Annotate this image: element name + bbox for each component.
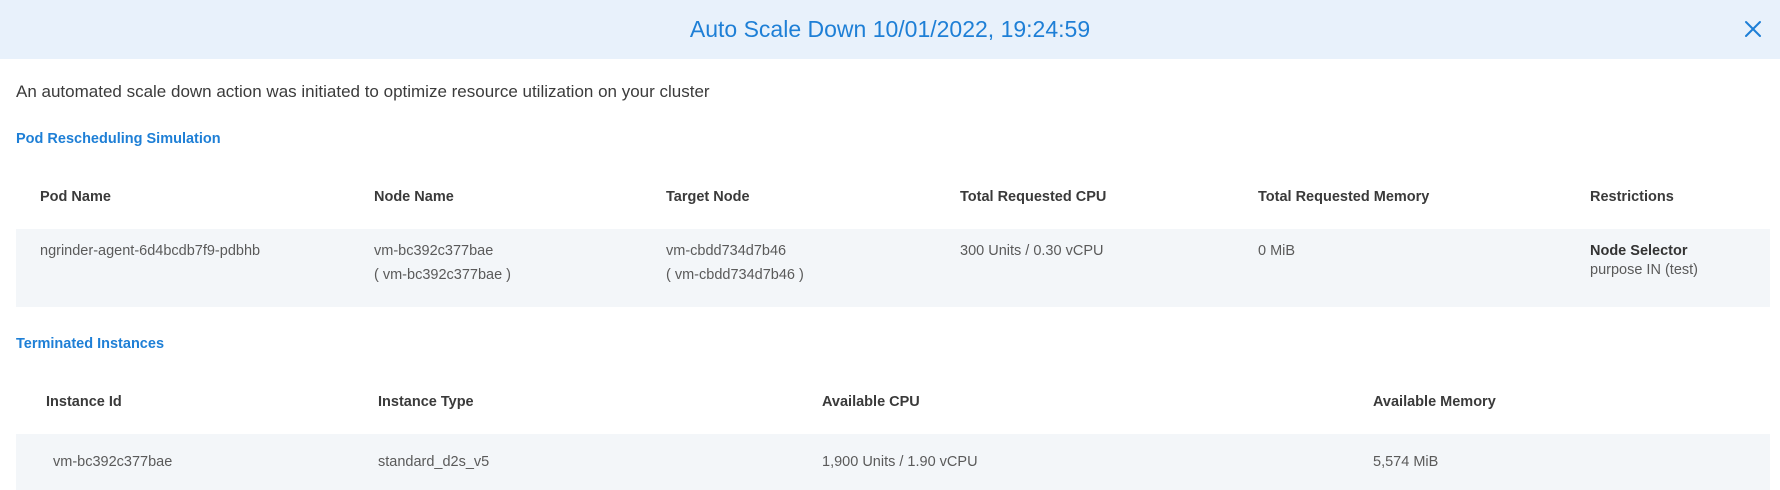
table-row: vm-bc392c377bae standard_d2s_v5 1,900 Un…: [16, 434, 1770, 490]
instance-type-cell: standard_d2s_v5: [378, 454, 490, 470]
restrictions-cell: Node Selector purpose IN (test): [1590, 229, 1770, 307]
column-header-total-cpu: Total Requested CPU: [960, 189, 1107, 205]
table-header-row: Instance Id Instance Type Available CPU …: [16, 370, 1770, 434]
restriction-value: purpose IN (test): [1590, 262, 1698, 278]
table-row: ngrinder-agent-6d4bcdb7f9-pdbhb vm-bc392…: [16, 229, 1770, 307]
column-header-restrictions: Restrictions: [1590, 189, 1674, 205]
table-header-row: Pod Name Node Name Target Node Total Req…: [16, 165, 1770, 229]
available-memory-cell: 5,574 MiB: [1373, 454, 1439, 470]
terminated-instances-table: Instance Id Instance Type Available CPU …: [16, 370, 1770, 490]
modal-body: An automated scale down action was initi…: [0, 82, 1780, 490]
target-node: vm-cbdd734d7b46: [666, 243, 787, 259]
instance-id-cell: vm-bc392c377bae: [53, 454, 173, 470]
column-header-target-node: Target Node: [666, 189, 750, 205]
target-node-cell: vm-cbdd734d7b46 ( vm-cbdd734d7b46 ): [666, 229, 960, 307]
terminated-section-title: Terminated Instances: [16, 336, 165, 352]
node-name-cell: vm-bc392c377bae ( vm-bc392c377bae ): [374, 229, 666, 307]
restriction-label: Node Selector: [1590, 243, 1688, 259]
node-name-sub: ( vm-bc392c377bae ): [374, 267, 512, 283]
available-cpu-cell: 1,900 Units / 1.90 vCPU: [822, 454, 978, 470]
pod-section-title: Pod Rescheduling Simulation: [16, 131, 221, 147]
column-header-node-name: Node Name: [374, 189, 454, 205]
modal-title: Auto Scale Down 10/01/2022, 19:24:59: [689, 16, 1091, 42]
target-node-sub: ( vm-cbdd734d7b46 ): [666, 267, 804, 283]
column-header-available-memory: Available Memory: [1373, 394, 1496, 410]
pod-rescheduling-table: Pod Name Node Name Target Node Total Req…: [16, 165, 1770, 307]
node-name: vm-bc392c377bae: [374, 243, 494, 259]
memory-cell: 0 MiB: [1258, 243, 1296, 259]
modal-header: Auto Scale Down 10/01/2022, 19:24:59: [0, 0, 1780, 59]
cpu-cell: 300 Units / 0.30 vCPU: [960, 243, 1104, 259]
pod-name: ngrinder-agent-6d4bcdb7f9-pdbhb: [40, 243, 261, 259]
close-icon[interactable]: [1742, 18, 1764, 40]
column-header-instance-type: Instance Type: [378, 394, 474, 410]
column-header-available-cpu: Available CPU: [822, 394, 920, 410]
column-header-pod-name: Pod Name: [40, 189, 111, 205]
pod-name-cell: ngrinder-agent-6d4bcdb7f9-pdbhb: [16, 229, 374, 307]
column-header-total-memory: Total Requested Memory: [1258, 189, 1430, 205]
description-text: An automated scale down action was initi…: [16, 82, 710, 101]
column-header-instance-id: Instance Id: [46, 394, 122, 410]
